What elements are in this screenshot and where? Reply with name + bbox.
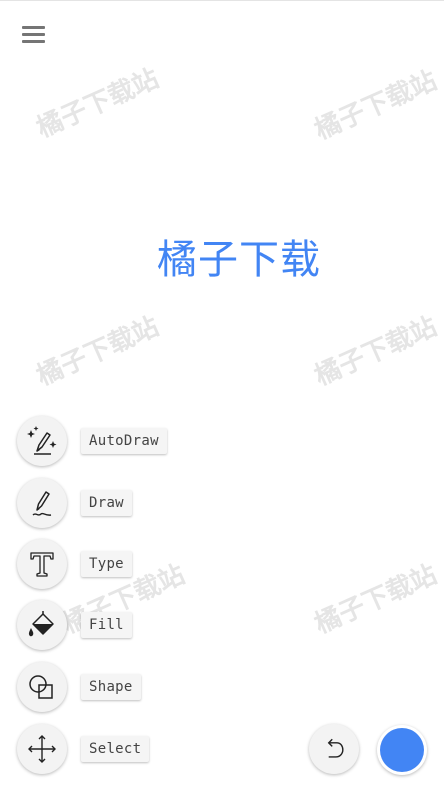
paint-bucket-icon bbox=[28, 611, 54, 637]
move-arrows-icon bbox=[28, 735, 56, 763]
menu-button[interactable] bbox=[18, 19, 50, 51]
tool-label-draw[interactable]: Draw bbox=[81, 490, 132, 516]
shapes-icon bbox=[29, 675, 53, 699]
tool-autodraw[interactable]: AutoDraw bbox=[17, 415, 167, 467]
watermark: 橘子下载站 bbox=[32, 63, 164, 144]
text-t-icon bbox=[30, 552, 54, 577]
current-color-swatch bbox=[380, 728, 424, 772]
draw-button[interactable] bbox=[17, 478, 67, 528]
tool-fill[interactable]: Fill bbox=[17, 599, 132, 651]
tool-label-autodraw[interactable]: AutoDraw bbox=[81, 428, 167, 454]
watermark: 橘子下载站 bbox=[310, 311, 442, 392]
watermark: 橘子下载站 bbox=[310, 559, 442, 640]
tool-draw[interactable]: Draw bbox=[17, 477, 132, 529]
undo-button[interactable] bbox=[309, 724, 359, 774]
tool-shape[interactable]: Shape bbox=[17, 661, 141, 713]
tool-label-type[interactable]: Type bbox=[81, 551, 132, 577]
autodraw-button[interactable] bbox=[17, 416, 67, 466]
type-button[interactable] bbox=[17, 539, 67, 589]
shape-button[interactable] bbox=[17, 662, 67, 712]
autodraw-sparkle-pencil-icon bbox=[27, 426, 57, 455]
color-picker-button[interactable] bbox=[377, 725, 427, 775]
undo-icon bbox=[327, 738, 344, 758]
watermark: 橘子下载站 bbox=[32, 311, 164, 392]
tool-label-shape[interactable]: Shape bbox=[81, 674, 141, 700]
select-button[interactable] bbox=[17, 724, 67, 774]
tool-select[interactable]: Select bbox=[17, 723, 150, 775]
hamburger-menu-icon-line bbox=[22, 40, 45, 43]
hamburger-menu-icon-line bbox=[22, 33, 45, 36]
tool-type[interactable]: Type bbox=[17, 538, 132, 590]
watermark: 橘子下载站 bbox=[310, 65, 442, 146]
tool-label-select[interactable]: Select bbox=[81, 736, 150, 762]
pencil-icon bbox=[32, 491, 52, 516]
canvas-text[interactable]: 橘子下载 bbox=[0, 227, 444, 285]
tool-label-fill[interactable]: Fill bbox=[81, 612, 132, 638]
autodraw-app: 橘子下载站 橘子下载站 橘子下载站 橘子下载站 橘子下载站 橘子下载站 橘子下载… bbox=[0, 0, 444, 791]
hamburger-menu-icon bbox=[22, 26, 45, 29]
fill-button[interactable] bbox=[17, 600, 67, 650]
